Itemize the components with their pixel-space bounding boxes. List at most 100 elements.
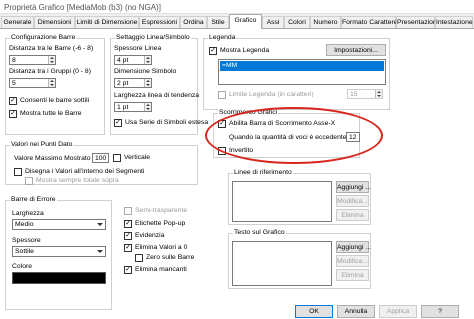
semitransparent-checkbox[interactable] (124, 207, 132, 215)
show-legend-label: Mostra Legenda (220, 47, 270, 54)
legend-settings-button[interactable]: Impostazioni... (326, 44, 386, 56)
reference-lines-group: Linee di riferimento Aggiungi ... Modifi… (228, 169, 371, 225)
group-title: Settaggio Linea/Simbolo (115, 34, 191, 41)
group-title: Configurazione Barre (10, 34, 77, 41)
error-color-swatch[interactable] (12, 272, 106, 284)
limit-legend-label: Limite Legenda (in caratteri) (229, 91, 314, 98)
spin-icon[interactable] (144, 79, 151, 87)
reference-lines-list[interactable] (232, 181, 332, 222)
extended-symbols-label: Usa Serie di Simboli estesa (125, 119, 209, 126)
draw-inside-checkbox[interactable] (14, 168, 22, 176)
remove-missing-checkbox[interactable]: ✓ (124, 266, 132, 274)
line-symbol-group: Settaggio Linea/Simbolo Spessore Linea 4… (110, 34, 208, 135)
line-width-label: Spessore Linea (114, 45, 162, 52)
highlight-circle (205, 107, 383, 164)
error-color-label: Colore (12, 263, 33, 270)
error-width-select[interactable]: Medio (12, 219, 106, 230)
reference-add-button[interactable]: Aggiungi ... (336, 181, 371, 193)
tab-formato-carattere[interactable]: Formato Carattere (341, 16, 398, 28)
symbol-size-input[interactable]: 2 pt (114, 78, 152, 88)
spin-icon[interactable] (48, 56, 55, 64)
bar-gap-label: Distanza tra le Barre (-6 - 8) (9, 45, 94, 52)
chart-text-add-button[interactable]: Aggiungi ... (336, 241, 371, 253)
apply-button[interactable]: Applica (379, 305, 417, 318)
chevron-down-icon (97, 250, 103, 253)
chart-text-delete-button[interactable]: Elimina (336, 269, 369, 281)
popup-labels-checkbox[interactable]: ✓ (124, 220, 132, 228)
tab-generale[interactable]: Generale (1, 16, 34, 28)
help-button[interactable]: ? (421, 305, 459, 318)
bars-config-group: Configurazione Barre Distanza tra le Bar… (5, 34, 105, 135)
vertical-checkbox[interactable] (113, 154, 121, 162)
cancel-button[interactable]: Annulla (337, 305, 375, 318)
limit-legend-checkbox[interactable] (218, 91, 226, 99)
legend-list-item[interactable]: =MM (220, 61, 384, 71)
always-top-label: Mostra sempre totale sopra (36, 177, 119, 184)
ok-button[interactable]: OK (295, 305, 333, 318)
vertical-label: Verticale (124, 154, 151, 161)
reference-edit-button[interactable]: Modifica... (336, 195, 369, 207)
popup-labels-label: Etichette Pop-up (135, 220, 186, 227)
chart-text-list[interactable] (232, 241, 332, 286)
show-all-bars-checkbox[interactable]: ✓ (9, 110, 17, 118)
tab-grafico[interactable]: Grafico (229, 14, 262, 29)
spin-icon[interactable] (375, 90, 382, 98)
highlight-label: Evidenzia (135, 232, 165, 239)
semitransparent-label: Semi-trasparente (135, 207, 188, 214)
tab-limiti-dimensione[interactable]: Limiti di Dimensione (75, 16, 139, 28)
legend-group: Legenda ✓ Mostra Legenda Impostazioni...… (203, 34, 390, 110)
line-width-input[interactable]: 4 pt (114, 55, 152, 65)
error-thickness-label: Spessore (12, 237, 41, 244)
tab-espressioni[interactable]: Espressioni (139, 16, 180, 28)
remove-zero-label: Elimina Valori a 0 (135, 244, 188, 251)
chevron-down-icon (97, 223, 103, 226)
tab-bar: Generale Dimensioni Limiti di Dimensione… (0, 14, 474, 29)
legend-listbox[interactable]: =MM (218, 59, 386, 85)
title-bar: Proprietà Grafico [MediaMob (b3) (no NGA… (0, 0, 474, 14)
reference-delete-button[interactable]: Elimina (336, 209, 369, 221)
zero-on-bars-checkbox[interactable] (135, 254, 143, 262)
draw-inside-label: Disegna i Valori all'interno dei Segment… (25, 168, 145, 175)
window-title: Proprietà Grafico [MediaMob (b3) (no NGA… (4, 3, 161, 12)
thin-bars-label: Consenti le barre sottili (20, 97, 90, 104)
error-thickness-select[interactable]: Sottile (12, 246, 106, 257)
group-title: Linee di riferimento (233, 169, 293, 176)
chart-text-group: Testo sul Grafico Aggiungi ... Modifica.… (228, 229, 371, 289)
data-values-group: Valori nei Punti Dato Valore Massimo Mos… (5, 141, 198, 185)
group-title: Valori nei Punti Dato (10, 141, 74, 148)
tab-numero[interactable]: Numero (310, 16, 341, 28)
remove-missing-label: Elimina mancanti (135, 266, 187, 273)
tab-intestazione[interactable]: Intestazione (435, 16, 473, 28)
group-title: Testo sul Grafico (233, 229, 286, 236)
tab-stile[interactable]: Stile (207, 16, 229, 28)
spin-icon[interactable] (144, 56, 151, 64)
tab-colori[interactable]: Colori (284, 16, 310, 28)
group-gap-label: Distanza tra i Gruppi (0 - 8) (9, 68, 91, 75)
limit-legend-input[interactable]: 15 (347, 89, 383, 99)
group-title: Barre di Errore (10, 196, 57, 203)
max-value-input[interactable]: 100 (92, 153, 109, 163)
spin-icon[interactable] (48, 79, 55, 87)
tab-presentazione[interactable]: Presentazione (396, 16, 440, 28)
zero-on-bars-label: Zero sulle Barre (146, 254, 195, 261)
remove-zero-checkbox[interactable]: ✓ (124, 244, 132, 252)
tab-assi[interactable]: Assi (262, 16, 284, 28)
show-legend-checkbox[interactable]: ✓ (209, 47, 217, 55)
thin-bars-checkbox[interactable]: ✓ (9, 97, 17, 105)
tab-dimensioni[interactable]: Dimensioni (34, 16, 75, 28)
trend-width-label: Larghezza linea di tendenza (114, 92, 200, 99)
tab-ordina[interactable]: Ordina (180, 16, 207, 28)
extended-symbols-checkbox[interactable]: ✓ (114, 119, 122, 127)
bar-gap-input[interactable]: 8 (9, 55, 56, 65)
error-bars-group: Barre di Errore Larghezza Medio Spessore… (5, 196, 112, 310)
spin-icon[interactable] (144, 103, 151, 111)
group-gap-input[interactable]: 5 (9, 78, 56, 88)
symbol-size-label: Dimensione Simbolo (114, 68, 177, 75)
max-value-label: Valore Massimo Mostrato (14, 155, 91, 162)
tab-panel: Configurazione Barre Distanza tra le Bar… (0, 28, 474, 319)
trend-width-input[interactable]: 1 pt (114, 102, 152, 112)
always-top-checkbox[interactable] (25, 177, 33, 185)
chart-text-edit-button[interactable]: Modifica... (336, 255, 369, 267)
show-all-bars-label: Mostra tutte le Barre (20, 110, 82, 117)
highlight-checkbox[interactable]: ✓ (124, 232, 132, 240)
